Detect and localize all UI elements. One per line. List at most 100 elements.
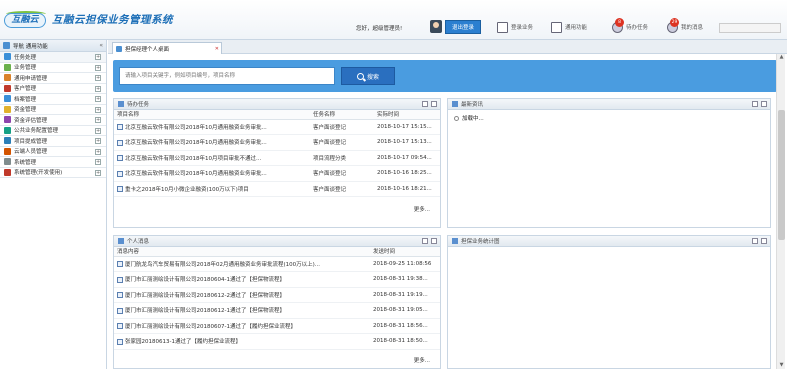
avatar: [430, 20, 442, 33]
search-input[interactable]: [119, 67, 335, 85]
scrollbar-thumb[interactable]: [778, 110, 785, 240]
sidebar-item[interactable]: 资金管理 +: [0, 105, 106, 115]
message-time-cell: 2018-08-31 19:05...: [370, 302, 440, 319]
message-content: 厦门市汇丽测绘设计有限公司20180604-1通过了【担保物流程】: [125, 277, 285, 284]
message-content-cell[interactable]: 厦门市汇丽测绘设计有限公司20180612-2通过了【担保物流程】: [114, 287, 370, 303]
message-content-cell[interactable]: 厦门市汇丽测绘设计有限公司20180607-1通过了【履约担保业流程】: [114, 318, 370, 334]
sidebar-item[interactable]: 通用申请管理 +: [0, 73, 106, 84]
table-row[interactable]: 北京互融云软件有限公司2018年10月通用融资业务审批... 客户面谈登记 2018…: [114, 165, 440, 182]
task-time-cell: 2018-10-17 09:54...: [374, 150, 440, 166]
scroll-up-icon[interactable]: ▲: [778, 54, 785, 61]
message-content-cell[interactable]: 厦门航龙鸟汽车贸易有限公司2018年02月通用融资业务审批流程(100万以上).…: [114, 256, 370, 272]
sidebar-item[interactable]: 云端人员管理 +: [0, 147, 106, 157]
logout-button[interactable]: 退出登录: [445, 20, 481, 34]
sidebar-title: 导航 通用功能: [13, 43, 48, 50]
tasks-table: 项目名称 任务名称 实际时间 北京互融云软件有限公司2018年10月通用融资业务…: [114, 110, 440, 197]
header-link-login-business[interactable]: 登录业务: [497, 20, 533, 34]
latest-news-panel: 最新资讯 加载中...: [447, 98, 771, 228]
task-project-name: 北京互融云软件有限公司2018年10月通用融资业务审批...: [125, 124, 267, 131]
sidebar-item[interactable]: 公共业务配置管理 +: [0, 126, 106, 136]
expand-icon[interactable]: +: [95, 85, 101, 92]
table-row[interactable]: 厦门市汇丽测绘设计有限公司20180604-1通过了【担保物流程】 2018-08…: [114, 271, 440, 288]
sidebar-item[interactable]: 档案管理 +: [0, 94, 106, 105]
expand-icon[interactable]: +: [95, 169, 101, 176]
personal-messages-panel: 个人消息 消息内容 发送时间 厦门航龙鸟汽车贸易有限公司2018年02月通用融资…: [113, 235, 441, 369]
refresh-icon[interactable]: [752, 238, 758, 244]
expand-icon[interactable]: +: [95, 148, 101, 155]
vertical-scrollbar[interactable]: ▲ ▼: [776, 54, 785, 369]
table-row[interactable]: 重卡之2018年10月小微企业融资(100万以下)项目 客户面谈登记 2018-10…: [114, 181, 440, 197]
maximize-icon[interactable]: [431, 101, 437, 107]
header-link-my-messages[interactable]: 29 我的消息: [667, 17, 704, 34]
task-project-cell[interactable]: 北京互融云软件有限公司2018年10月通用融资业务审批...: [114, 119, 310, 135]
expand-icon[interactable]: +: [95, 138, 101, 144]
table-row[interactable]: 厦门市汇丽测绘设计有限公司20180607-1通过了【履约担保业流程】 2018-…: [114, 318, 440, 334]
expand-icon[interactable]: +: [95, 75, 101, 81]
more-messages-link[interactable]: 更多...: [414, 356, 430, 364]
expand-icon[interactable]: +: [95, 159, 101, 165]
refresh-icon[interactable]: [422, 101, 428, 107]
message-content: 厦门航龙鸟汽车贸易有限公司2018年02月通用融资业务审批流程(100万以上).…: [125, 261, 321, 268]
guarantee-stats-panel: 担保业务统计图: [447, 235, 771, 369]
more-tasks-link[interactable]: 更多...: [414, 205, 430, 213]
panel-title: 最新资讯: [461, 102, 484, 108]
task-count-badge: 8: [615, 17, 624, 27]
scroll-down-icon[interactable]: ▼: [778, 362, 785, 369]
table-row[interactable]: 北京互融云软件有限公司2018年10月项目审批不通过... 项目流程分类 2018-…: [114, 150, 440, 166]
header-link-common-functions[interactable]: 通用功能: [551, 20, 587, 34]
header-link-todo-tasks[interactable]: 8 待办任务: [612, 17, 648, 34]
message-content-cell[interactable]: 厦门市汇丽测绘设计有限公司20180604-1通过了【担保物流程】: [114, 271, 370, 288]
document-icon: [117, 139, 123, 146]
menu-icon: [4, 137, 11, 145]
search-button[interactable]: 搜索: [341, 67, 395, 85]
message-content-cell[interactable]: 厦门市汇丽测绘设计有限公司20180612-1通过了【担保物流程】: [114, 302, 370, 319]
refresh-icon[interactable]: [422, 238, 428, 244]
message-time-cell: 2018-08-31 18:56...: [370, 318, 440, 334]
message-time-cell: 2018-08-31 18:50...: [370, 333, 440, 350]
tab-bar: 担保经理个人桌面 ✕: [108, 40, 787, 54]
task-project-cell[interactable]: 北京互融云软件有限公司2018年10月项目审批不通过...: [114, 150, 310, 166]
refresh-icon[interactable]: [752, 101, 758, 107]
app-window: 互融云 互融云担保业务管理系统 您好，超级管理员! 退出登录 登录业务 通用功能…: [0, 0, 787, 369]
sidebar-item[interactable]: 客户管理 +: [0, 84, 106, 94]
table-row[interactable]: 厦门市汇丽测绘设计有限公司20180612-1通过了【担保物流程】 2018-08…: [114, 302, 440, 319]
task-project-cell[interactable]: 北京互融云软件有限公司2018年10月通用融资业务审批...: [114, 165, 310, 182]
maximize-icon[interactable]: [431, 238, 437, 244]
sidebar-item[interactable]: 系统管理 +: [0, 157, 106, 168]
sidebar-item[interactable]: 资金评估管理 +: [0, 115, 106, 126]
expand-icon[interactable]: +: [95, 106, 101, 113]
message-content-cell[interactable]: 张家园20180613-1通过了【履约担保业流程】: [114, 333, 370, 350]
task-project-cell[interactable]: 北京互融云软件有限公司2018年10月通用融资业务审批...: [114, 134, 310, 151]
close-icon[interactable]: ✕: [215, 46, 219, 52]
task-project-name: 重卡之2018年10月小微企业融资(100万以下)项目: [125, 186, 249, 193]
expand-icon[interactable]: +: [95, 96, 101, 102]
document-icon: [117, 170, 123, 177]
table-row[interactable]: 厦门航龙鸟汽车贸易有限公司2018年02月通用融资业务审批流程(100万以上).…: [114, 256, 440, 272]
search-icon: [356, 72, 364, 80]
maximize-icon[interactable]: [761, 238, 767, 244]
table-row[interactable]: 厦门市汇丽测绘设计有限公司20180612-2通过了【担保物流程】 2018-08…: [114, 287, 440, 303]
expand-icon[interactable]: +: [95, 64, 101, 71]
sidebar-item[interactable]: 系统管理(开发使用) +: [0, 168, 106, 178]
header-link-label: 我的消息: [681, 25, 704, 31]
expand-icon[interactable]: +: [95, 117, 101, 123]
sidebar-item[interactable]: 项目提成管理 +: [0, 136, 106, 147]
expand-icon[interactable]: +: [95, 54, 101, 60]
sidebar-item[interactable]: 任务处理 +: [0, 52, 106, 63]
tab-manager-desktop[interactable]: 担保经理个人桌面 ✕: [112, 42, 222, 54]
collapse-sidebar-icon[interactable]: «: [99, 42, 103, 49]
news-icon: [452, 101, 458, 107]
task-project-cell[interactable]: 重卡之2018年10月小微企业融资(100万以下)项目: [114, 181, 310, 197]
expand-icon[interactable]: +: [95, 127, 101, 134]
table-row[interactable]: 北京互融云软件有限公司2018年10月通用融资业务审批... 客户面谈登记 2018…: [114, 119, 440, 135]
message-time-cell: 2018-08-31 19:19...: [370, 287, 440, 303]
panel-title: 待办任务: [127, 102, 150, 108]
task-time-cell: 2018-10-17 15:13...: [374, 134, 440, 151]
panel-title: 担保业务统计图: [461, 239, 500, 245]
sidebar-item[interactable]: 业务管理 +: [0, 63, 106, 73]
maximize-icon[interactable]: [761, 101, 767, 107]
message-content: 厦门市汇丽测绘设计有限公司20180612-2通过了【担保物流程】: [125, 292, 285, 299]
header-search-box[interactable]: [719, 23, 781, 33]
table-row[interactable]: 北京互融云软件有限公司2018年10月通用融资业务审批... 客户面谈登记 2018…: [114, 134, 440, 151]
table-row[interactable]: 张家园20180613-1通过了【履约担保业流程】 2018-08-31 18:5…: [114, 333, 440, 350]
